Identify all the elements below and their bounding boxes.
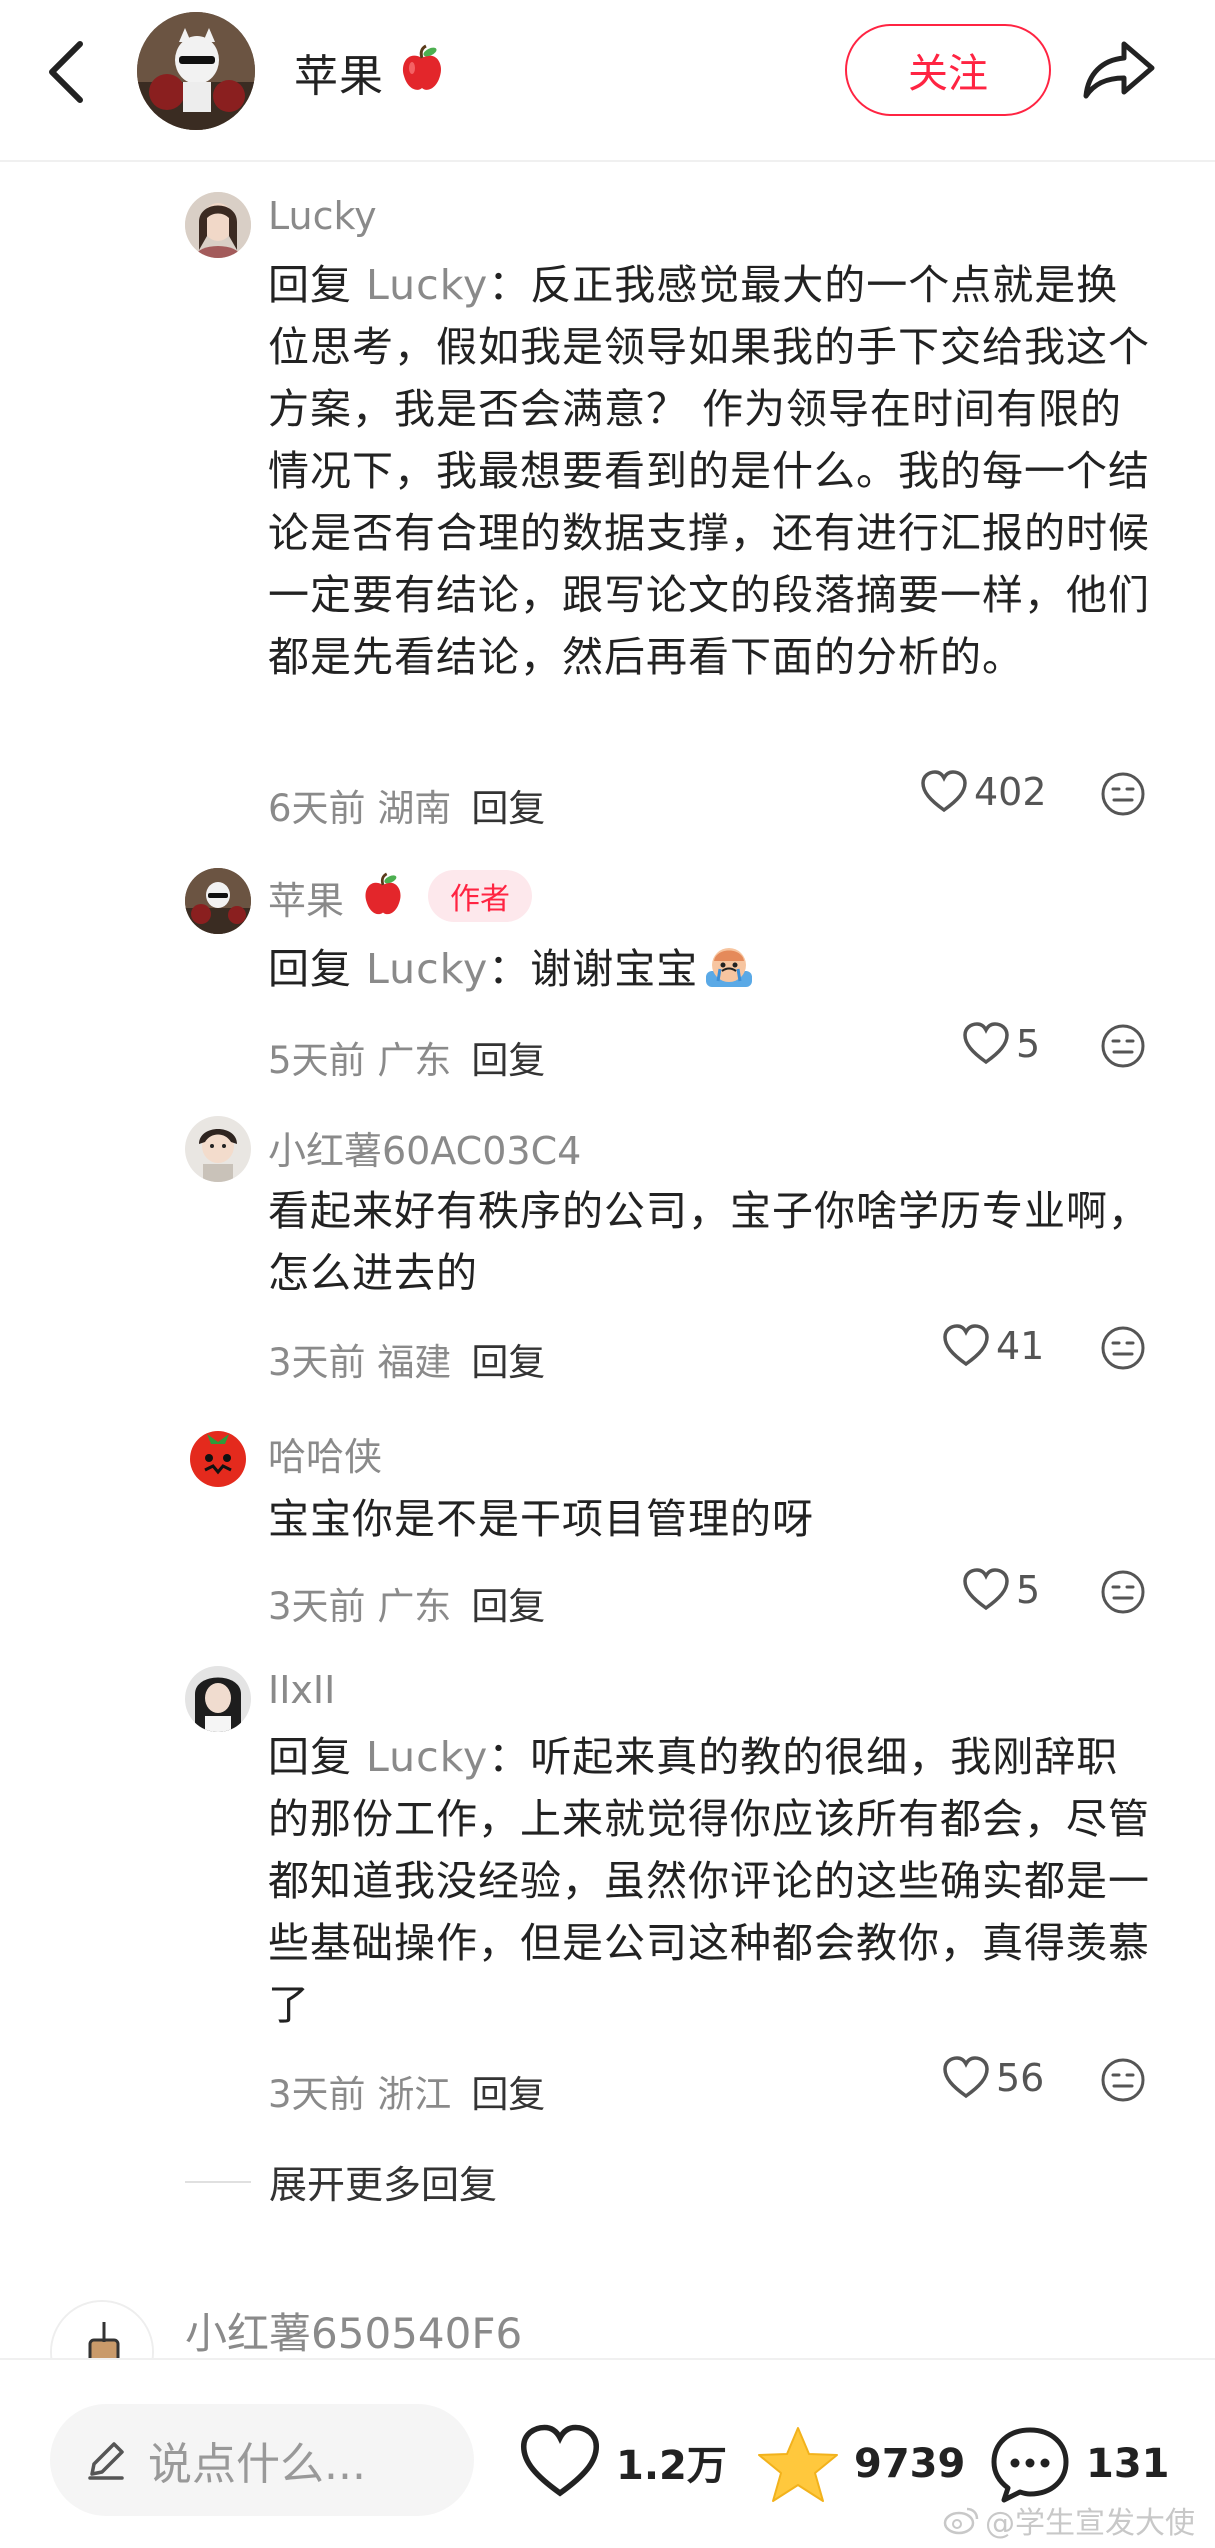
like-button[interactable]: 5 [962, 1568, 1040, 1612]
comment-text: 宝宝你是不是干项目管理的呀 [268, 1495, 814, 1543]
avatar[interactable] [185, 1116, 251, 1182]
comment-text: 回复 Lucky：反正我感觉最大的一个点就是换位思考，假如我是领导如果我的手下交… [268, 261, 1150, 681]
comment-meta: 5天前 广东 回复 [268, 1039, 546, 1082]
comment-meta: 3天前 浙江 回复 [268, 2073, 546, 2116]
heart-icon [921, 770, 967, 813]
like-button[interactable]: 5 [962, 1022, 1040, 1066]
back-button[interactable] [40, 36, 100, 106]
author-avatar[interactable] [137, 12, 255, 130]
like-button[interactable]: 402 [920, 770, 1047, 814]
collect-total: 9739 [854, 2441, 966, 2487]
mention[interactable]: Lucky [366, 261, 488, 309]
like-total: 1.2万 [616, 2443, 727, 2489]
input-placeholder: 说点什么... [148, 2439, 366, 2490]
reply-button[interactable]: 回复 [471, 787, 545, 830]
comment-button[interactable]: 131 [988, 2424, 1170, 2504]
heart-icon [943, 1324, 989, 1367]
comment-text: 回复 Lucky：听起来真的教的很细，我刚辞职的那份工作，上来就觉得你应该所有都… [268, 1733, 1150, 2029]
commenter-name[interactable]: 哈哈侠 [268, 1426, 382, 1481]
comment-text: 看起来好有秩序的公司，宝子你啥学历专业啊，怎么进去的 [268, 1187, 1150, 1297]
weibo-icon [943, 2507, 979, 2535]
comment-total: 131 [1086, 2441, 1170, 2487]
heart-icon [520, 2424, 600, 2497]
top-bar: 苹果 关注 [0, 0, 1215, 162]
face-emoji-icon[interactable] [1099, 1022, 1147, 1070]
like-count: 402 [974, 770, 1047, 814]
heart-icon [943, 2056, 989, 2099]
star-icon [758, 2427, 838, 2502]
comment-text: 回复 Lucky：谢谢宝宝 [268, 938, 1158, 1008]
like-count: 5 [1016, 1568, 1041, 1612]
bottom-action-bar: 说点什么... 1.2万 9739 131 @学生宣发大使 [0, 2358, 1215, 2548]
commenter-name[interactable]: 小红薯650540F6 [185, 2300, 522, 2361]
expand-more-replies[interactable]: 展开更多回复 [185, 2154, 497, 2209]
avatar[interactable] [185, 1666, 251, 1732]
chat-bubble-icon [991, 2427, 1069, 2503]
commenter-name[interactable]: IIxII [268, 1668, 335, 1712]
avatar[interactable] [185, 192, 251, 258]
comment-meta: 3天前 福建 回复 [268, 1341, 546, 1384]
like-button[interactable]: 56 [942, 2056, 1044, 2100]
commenter-name[interactable]: Lucky [268, 194, 377, 238]
author-badge: 作者 [428, 870, 532, 922]
commenter-name[interactable]: 苹果 [268, 870, 344, 925]
weibo-watermark: @学生宣发大使 [943, 2498, 1195, 2542]
comment-meta: 3天前 广东 回复 [268, 1585, 546, 1628]
face-emoji-icon[interactable] [1099, 1568, 1147, 1616]
apple-emoji-icon [398, 44, 446, 98]
share-button[interactable] [1080, 34, 1160, 104]
heart-icon [963, 1022, 1009, 1065]
like-count: 5 [1016, 1022, 1041, 1066]
back-arrow-icon [49, 41, 83, 103]
face-emoji-icon[interactable] [1099, 770, 1147, 818]
avatar[interactable] [185, 1424, 251, 1490]
divider [185, 2180, 251, 2183]
face-emoji-icon[interactable] [1099, 1324, 1147, 1372]
like-count: 56 [996, 2056, 1045, 2100]
comment-meta: 6天前 湖南 回复 [268, 787, 546, 830]
like-post-button[interactable]: 1.2万 [518, 2424, 727, 2500]
collect-button[interactable]: 9739 [756, 2424, 965, 2504]
share-icon [1083, 41, 1155, 99]
follow-button[interactable]: 关注 [845, 24, 1051, 116]
like-count: 41 [996, 1324, 1045, 1368]
reply-button[interactable]: 回复 [471, 2073, 545, 2116]
commenter-name[interactable]: 小红薯60AC03C4 [268, 1120, 581, 1175]
apple-emoji-icon [360, 872, 406, 922]
pencil-icon [88, 2442, 124, 2480]
reply-button[interactable]: 回复 [471, 1039, 545, 1082]
mention[interactable]: Lucky [366, 1733, 488, 1781]
heart-icon [963, 1568, 1009, 1611]
author-name: 苹果 [294, 51, 384, 102]
reply-button[interactable]: 回复 [471, 1585, 545, 1628]
reply-button[interactable]: 回复 [471, 1341, 545, 1384]
crying-emoji-icon [702, 941, 756, 1008]
face-emoji-icon[interactable] [1099, 2056, 1147, 2104]
avatar[interactable] [185, 868, 251, 934]
comment-input[interactable]: 说点什么... [50, 2404, 474, 2516]
like-button[interactable]: 41 [942, 1324, 1044, 1368]
mention[interactable]: Lucky [366, 945, 488, 993]
